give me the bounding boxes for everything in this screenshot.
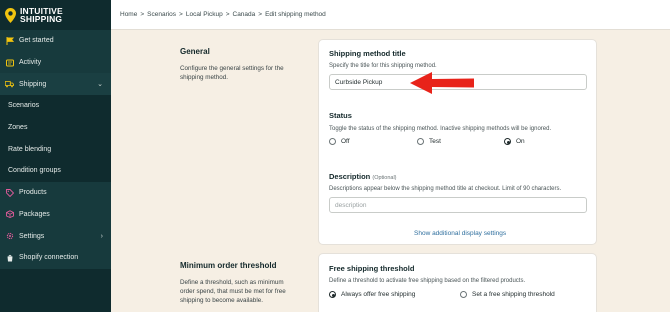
sidebar-item-label: Zones xyxy=(8,124,28,132)
set-threshold-radio[interactable]: Set a free shipping threshold xyxy=(460,291,555,298)
sidebar-item-scenarios[interactable]: Scenarios xyxy=(0,95,111,117)
chevron-down-icon: ⌄ xyxy=(97,81,103,89)
sidebar-item-activity[interactable]: Activity xyxy=(0,51,111,74)
flag-icon xyxy=(5,36,14,45)
sidebar-item-shopify-connection[interactable]: Shopify connection xyxy=(0,246,111,269)
radio-label: Set a free shipping threshold xyxy=(472,291,555,298)
method-title-help: Specify the title for this shipping meth… xyxy=(329,63,437,69)
breadcrumb-separator: > xyxy=(140,11,145,18)
annotation-arrow-icon xyxy=(410,72,474,94)
sidebar-item-label: Condition groups xyxy=(8,167,61,175)
sidebar-item-label: Get started xyxy=(19,37,54,45)
description-heading: Description (Optional) xyxy=(329,172,397,181)
status-heading: Status xyxy=(329,111,352,120)
shopify-icon xyxy=(5,253,14,262)
brand-name: INTUITIVE SHIPPING xyxy=(20,5,63,24)
status-on-radio[interactable]: On xyxy=(504,138,525,145)
breadcrumb-scenarios[interactable]: Scenarios xyxy=(147,11,176,18)
sidebar-item-condition-groups[interactable]: Condition groups xyxy=(0,160,111,182)
radio-circle-selected[interactable] xyxy=(329,291,336,298)
always-free-shipping-radio[interactable]: Always offer free shipping xyxy=(329,291,415,298)
chevron-right-icon: › xyxy=(100,232,103,240)
location-pin-icon xyxy=(5,7,16,23)
radio-label: Always offer free shipping xyxy=(341,291,416,298)
method-title-heading: Shipping method title xyxy=(329,49,406,58)
sidebar-item-label: Shopify connection xyxy=(19,254,79,262)
general-section-description: Configure the general settings for the s… xyxy=(180,65,284,81)
breadcrumb-canada[interactable]: Canada xyxy=(233,11,256,18)
status-help: Toggle the status of the shipping method… xyxy=(329,126,552,132)
sidebar-item-shipping[interactable]: Shipping ⌄ xyxy=(0,73,111,96)
sidebar-item-rate-blending[interactable]: Rate blending xyxy=(0,138,111,161)
sidebar-item-settings[interactable]: Settings › xyxy=(0,225,111,247)
sidebar-item-label: Activity xyxy=(19,59,42,67)
sidebar-item-products[interactable]: Products xyxy=(0,181,111,204)
breadcrumb: Home > Scenarios > Local Pickup > Canada… xyxy=(111,0,670,30)
gear-icon xyxy=(5,232,14,241)
min-order-section-title: Minimum order threshold xyxy=(180,261,277,270)
radio-label: Test xyxy=(429,138,441,145)
description-help: Descriptions appear below the shipping m… xyxy=(329,186,562,192)
radio-circle-selected[interactable] xyxy=(504,138,511,145)
sidebar-item-zones[interactable]: Zones xyxy=(0,116,111,139)
general-section-title: General xyxy=(180,47,210,56)
optional-label: (Optional) xyxy=(372,175,397,181)
breadcrumb-local-pickup[interactable]: Local Pickup xyxy=(186,11,223,18)
free-shipping-help: Define a threshold to activate free ship… xyxy=(329,278,526,284)
description-input[interactable]: description xyxy=(329,197,587,213)
annotation-arrow-shape xyxy=(410,72,474,94)
status-radio-group: Off Test On xyxy=(329,138,587,148)
min-order-section-description: Define a threshold, such as minimum orde… xyxy=(180,279,286,304)
breadcrumb-separator: > xyxy=(225,11,230,18)
sidebar-item-label: Products xyxy=(19,189,47,197)
sidebar-item-label: Packages xyxy=(19,210,50,218)
sidebar-item-label: Settings xyxy=(19,232,45,240)
free-shipping-radio-group: Always offer free shipping Set a free sh… xyxy=(329,291,587,301)
free-shipping-heading: Free shipping threshold xyxy=(329,264,415,273)
show-display-settings-link[interactable]: Show additional display settings xyxy=(414,230,506,237)
activity-icon xyxy=(5,58,14,67)
sidebar-item-label: Scenarios xyxy=(8,102,40,110)
radio-circle[interactable] xyxy=(329,138,336,145)
radio-label: On xyxy=(516,138,525,145)
radio-label: Off xyxy=(341,138,350,145)
sidebar-item-label: Rate blending xyxy=(8,145,52,153)
radio-circle[interactable] xyxy=(417,138,424,145)
sidebar-item-label: Shipping xyxy=(19,80,47,88)
sidebar-item-packages[interactable]: Packages xyxy=(0,203,111,226)
sidebar-item-get-started[interactable]: Get started xyxy=(0,30,111,52)
breadcrumb-separator: > xyxy=(258,11,263,18)
brand-logo[interactable]: INTUITIVE SHIPPING xyxy=(0,0,111,30)
free-shipping-card: Free shipping threshold Define a thresho… xyxy=(318,253,597,312)
package-icon xyxy=(5,210,14,219)
truck-icon xyxy=(5,80,14,89)
status-test-radio[interactable]: Test xyxy=(417,138,441,145)
radio-circle[interactable] xyxy=(460,291,467,298)
breadcrumb-home[interactable]: Home xyxy=(120,11,137,18)
breadcrumb-current: Edit shipping method xyxy=(265,11,326,18)
sidebar: INTUITIVE SHIPPING Get started Activity … xyxy=(0,0,111,312)
status-off-radio[interactable]: Off xyxy=(329,138,350,145)
breadcrumb-separator: > xyxy=(179,11,183,18)
tag-icon xyxy=(5,188,14,197)
